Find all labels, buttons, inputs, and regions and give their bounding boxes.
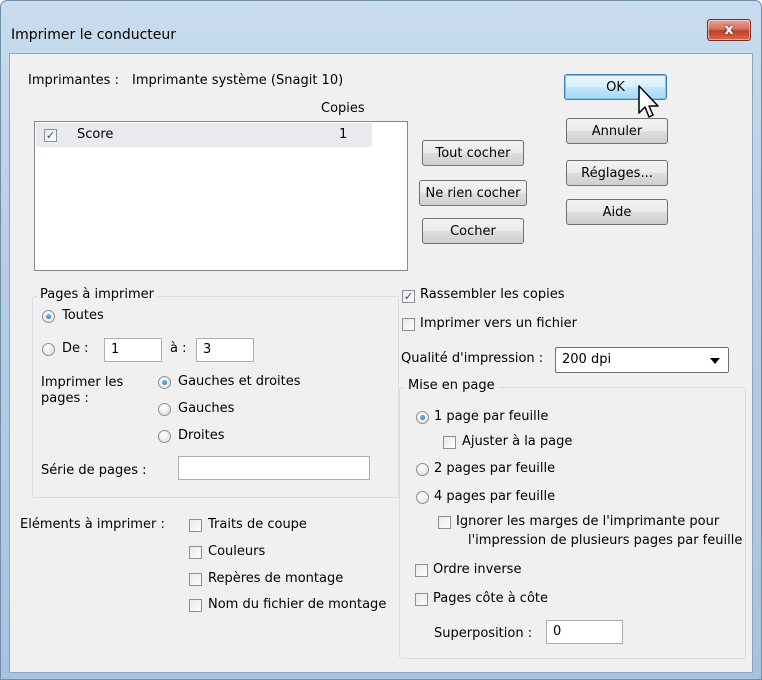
- both-pages-radio[interactable]: [158, 376, 171, 389]
- collate-checkbox[interactable]: [402, 290, 415, 303]
- four-pages-radio[interactable]: [416, 491, 429, 504]
- both-pages-label: Gauches et droites: [178, 374, 301, 389]
- check-button[interactable]: Cocher: [422, 218, 524, 244]
- close-icon: x: [724, 22, 734, 38]
- uncheck-all-button[interactable]: Ne rien cocher: [419, 180, 527, 206]
- one-page-radio[interactable]: [416, 411, 429, 424]
- mouse-cursor-icon: [638, 85, 659, 118]
- printers-label: Imprimantes :: [28, 73, 119, 88]
- two-pages-radio[interactable]: [416, 463, 429, 476]
- one-page-label: 1 page par feuille: [434, 409, 549, 424]
- dialog-client-area: Imprimantes : Imprimante système (Snagit…: [9, 53, 753, 673]
- check-all-button[interactable]: Tout cocher: [422, 140, 524, 166]
- print-pages-label: Imprimer les pages :: [41, 375, 124, 406]
- fit-page-label: Ajuster à la page: [462, 434, 573, 449]
- right-pages-radio[interactable]: [158, 430, 171, 443]
- two-pages-label: 2 pages par feuille: [434, 461, 556, 476]
- chevron-down-icon: [710, 358, 720, 364]
- colors-checkbox[interactable]: [189, 546, 202, 559]
- score-name: Score: [77, 127, 114, 142]
- help-button[interactable]: Aide: [566, 199, 668, 225]
- reverse-order-checkbox[interactable]: [415, 564, 428, 577]
- print-to-file-label: Imprimer vers un fichier: [420, 316, 577, 331]
- layout-group-title: Mise en page: [405, 378, 498, 393]
- settings-button[interactable]: Réglages...: [566, 160, 668, 186]
- four-pages-label: 4 pages par feuille: [434, 489, 556, 504]
- left-pages-label: Gauches: [178, 401, 235, 416]
- elements-label: Eléments à imprimer :: [20, 517, 165, 532]
- right-pages-label: Droites: [178, 428, 225, 443]
- print-to-file-checkbox[interactable]: [402, 318, 415, 331]
- overlap-input[interactable]: 0: [546, 620, 623, 644]
- reverse-order-label: Ordre inverse: [433, 562, 522, 577]
- pages-group-title: Pages à imprimer: [37, 287, 157, 302]
- registration-marks-label: Repères de montage: [208, 571, 344, 586]
- side-by-side-label: Pages côte à côte: [433, 591, 549, 606]
- ignore-margins-label-2: l'impression de plusieurs pages par feui…: [468, 533, 743, 548]
- colors-label: Couleurs: [208, 544, 266, 559]
- file-name-label: Nom du fichier de montage: [208, 597, 387, 612]
- ignore-margins-checkbox[interactable]: [438, 516, 451, 529]
- dialog-window: Imprimer le conducteur x Imprimantes : I…: [0, 0, 762, 680]
- score-checkbox[interactable]: [44, 129, 57, 142]
- quality-label: Qualité d'impression :: [401, 351, 544, 366]
- score-copies: 1: [339, 127, 348, 142]
- ignore-margins-label-1: Ignorer les marges de l'imprimante pour: [456, 514, 720, 529]
- pages-to-input[interactable]: 3: [196, 338, 254, 362]
- overlap-label: Superposition :: [434, 626, 533, 641]
- quality-select[interactable]: 200 dpi: [555, 347, 729, 373]
- pages-range-radio[interactable]: [42, 343, 55, 356]
- collate-label: Rassembler les copies: [420, 287, 565, 302]
- pages-from-label: De :: [62, 341, 89, 356]
- crop-marks-label: Traits de coupe: [208, 517, 307, 532]
- file-name-checkbox[interactable]: [189, 599, 202, 612]
- pages-to-label: à :: [170, 341, 187, 356]
- left-pages-radio[interactable]: [158, 403, 171, 416]
- copies-header: Copies: [321, 101, 365, 116]
- page-series-input[interactable]: [178, 456, 370, 480]
- pages-all-radio[interactable]: [42, 310, 55, 323]
- score-list[interactable]: Score 1: [34, 121, 408, 271]
- registration-marks-checkbox[interactable]: [189, 573, 202, 586]
- printers-value: Imprimante système (Snagit 10): [132, 73, 344, 88]
- page-series-label: Série de pages :: [41, 463, 147, 478]
- list-item[interactable]: Score 1: [36, 123, 372, 147]
- title-bar: Imprimer le conducteur x: [1, 1, 761, 53]
- pages-all-label: Toutes: [62, 308, 104, 323]
- quality-value: 200 dpi: [562, 352, 612, 367]
- pages-from-input[interactable]: 1: [104, 338, 162, 362]
- side-by-side-checkbox[interactable]: [415, 593, 428, 606]
- window-title: Imprimer le conducteur: [11, 27, 177, 43]
- fit-page-checkbox[interactable]: [443, 436, 456, 449]
- crop-marks-checkbox[interactable]: [189, 519, 202, 532]
- close-button[interactable]: x: [707, 19, 751, 41]
